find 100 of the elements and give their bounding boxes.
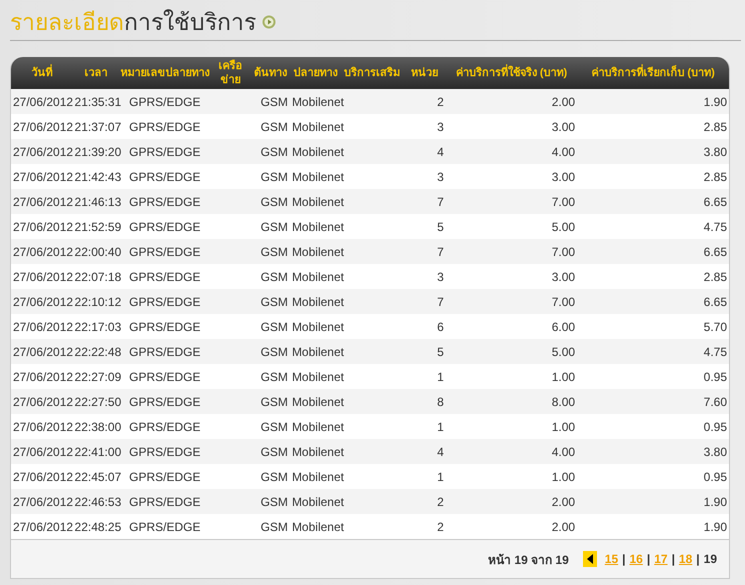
- page-summary: หน้า 19 จาก 19: [488, 552, 569, 568]
- destination-cell: Mobilenet: [290, 164, 342, 189]
- number-cell: GPRS/EDGE: [120, 89, 210, 114]
- time-cell: 21:46:13: [72, 189, 120, 214]
- billed-charge-cell: 2.85: [577, 164, 729, 189]
- date-cell: 27/06/2012: [11, 239, 73, 264]
- column-header: หมายเลขปลายทาง: [120, 57, 210, 89]
- units-cell: 7: [402, 189, 446, 214]
- number-cell: GPRS/EDGE: [120, 389, 210, 414]
- number-cell: GPRS/EDGE: [120, 364, 210, 389]
- destination-cell: Mobilenet: [290, 289, 342, 314]
- source-cell: GSM: [250, 339, 290, 364]
- time-cell: 22:46:53: [72, 489, 120, 514]
- time-cell: 22:00:40: [72, 239, 120, 264]
- column-header: ค่าบริการที่เรียกเก็บ (บาท): [577, 57, 729, 89]
- page-link[interactable]: 19: [704, 552, 717, 566]
- destination-cell: Mobilenet: [290, 264, 342, 289]
- number-cell: GPRS/EDGE: [120, 414, 210, 439]
- actual-charge-cell: 5.00: [446, 214, 578, 239]
- actual-charge-cell: 6.00: [446, 314, 578, 339]
- billed-charge-cell: 3.80: [577, 439, 729, 464]
- units-cell: 2: [402, 514, 446, 539]
- source-cell: GSM: [250, 289, 290, 314]
- units-cell: 3: [402, 264, 446, 289]
- units-cell: 3: [402, 164, 446, 189]
- actual-charge-cell: 1.00: [446, 414, 578, 439]
- column-header: ค่าบริการที่ใช้จริง (บาท): [446, 57, 578, 89]
- time-cell: 22:48:25: [72, 514, 120, 539]
- play-icon[interactable]: [262, 15, 276, 29]
- date-cell: 27/06/2012: [11, 364, 73, 389]
- time-cell: 22:38:00: [72, 414, 120, 439]
- time-cell: 21:39:20: [72, 139, 120, 164]
- destination-cell: Mobilenet: [290, 339, 342, 364]
- destination-cell: Mobilenet: [290, 239, 342, 264]
- number-cell: GPRS/EDGE: [120, 114, 210, 139]
- source-cell: GSM: [250, 164, 290, 189]
- billed-charge-cell: 1.90: [577, 489, 729, 514]
- column-header: เวลา: [72, 57, 120, 89]
- source-cell: GSM: [250, 489, 290, 514]
- number-cell: GPRS/EDGE: [120, 214, 210, 239]
- units-cell: 6: [402, 314, 446, 339]
- units-cell: 7: [402, 289, 446, 314]
- actual-charge-cell: 2.00: [446, 489, 578, 514]
- page-link[interactable]: 15: [604, 552, 618, 566]
- units-cell: 1: [402, 364, 446, 389]
- column-header: ปลายทาง: [290, 57, 342, 89]
- source-cell: GSM: [250, 314, 290, 339]
- billed-charge-cell: 6.65: [577, 289, 729, 314]
- time-cell: 21:42:43: [72, 164, 120, 189]
- source-cell: GSM: [250, 114, 290, 139]
- page-link[interactable]: 18: [678, 552, 692, 566]
- number-cell: GPRS/EDGE: [120, 339, 210, 364]
- actual-charge-cell: 3.00: [446, 164, 578, 189]
- number-cell: GPRS/EDGE: [120, 464, 210, 489]
- billed-charge-cell: 6.65: [577, 239, 729, 264]
- date-cell: 27/06/2012: [11, 439, 73, 464]
- units-cell: 2: [402, 89, 446, 114]
- billed-charge-cell: 4.75: [577, 339, 729, 364]
- date-cell: 27/06/2012: [11, 264, 73, 289]
- previous-page-button[interactable]: [582, 551, 597, 567]
- date-cell: 27/06/2012: [11, 139, 73, 164]
- actual-charge-cell: 4.00: [446, 139, 578, 164]
- time-cell: 22:27:50: [72, 389, 120, 414]
- source-cell: GSM: [250, 189, 290, 214]
- number-cell: GPRS/EDGE: [120, 289, 210, 314]
- source-cell: GSM: [250, 414, 290, 439]
- date-cell: 27/06/2012: [11, 464, 73, 489]
- source-cell: GSM: [250, 89, 290, 114]
- actual-charge-cell: 5.00: [446, 339, 578, 364]
- date-cell: 27/06/2012: [11, 389, 73, 414]
- actual-charge-cell: 4.00: [446, 439, 578, 464]
- destination-cell: Mobilenet: [290, 389, 342, 414]
- actual-charge-cell: 3.00: [446, 264, 578, 289]
- number-cell: GPRS/EDGE: [120, 189, 210, 214]
- number-cell: GPRS/EDGE: [120, 164, 210, 189]
- billed-charge-cell: 5.70: [577, 314, 729, 339]
- number-cell: GPRS/EDGE: [120, 514, 210, 539]
- time-cell: 22:10:12: [72, 289, 120, 314]
- page-separator: |: [622, 552, 626, 566]
- actual-charge-cell: 1.00: [446, 364, 578, 389]
- source-cell: GSM: [250, 139, 290, 164]
- number-cell: GPRS/EDGE: [120, 489, 210, 514]
- billed-charge-cell: 6.65: [577, 189, 729, 214]
- left-triangle-icon: [586, 554, 593, 564]
- source-cell: GSM: [250, 514, 290, 539]
- page-link[interactable]: 17: [654, 552, 668, 566]
- number-cell: GPRS/EDGE: [120, 439, 210, 464]
- actual-charge-cell: 7.00: [446, 189, 578, 214]
- date-cell: 27/06/2012: [11, 164, 73, 189]
- source-cell: GSM: [250, 264, 290, 289]
- page-separator: |: [696, 552, 700, 566]
- date-cell: 27/06/2012: [11, 339, 73, 364]
- column-header: เครือข่าย: [210, 57, 251, 89]
- date-cell: 27/06/2012: [11, 514, 73, 539]
- billed-charge-cell: 0.95: [577, 464, 729, 489]
- units-cell: 1: [402, 464, 446, 489]
- units-cell: 5: [402, 214, 446, 239]
- page-link[interactable]: 16: [629, 552, 643, 566]
- billed-charge-cell: 0.95: [577, 414, 729, 439]
- billed-charge-cell: 2.85: [577, 264, 729, 289]
